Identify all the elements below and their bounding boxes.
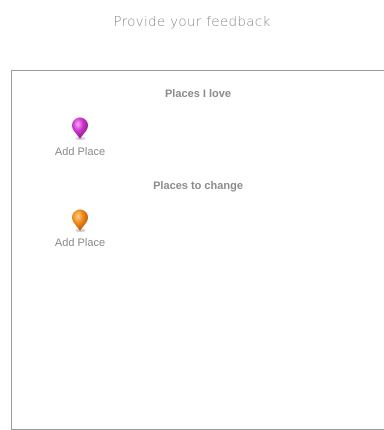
add-place-love-button[interactable]: Add Place [48,117,112,161]
map-pin-orange-icon [72,209,88,233]
feedback-panel: Places I love Add Place Places to change [11,70,384,430]
add-place-label: Add Place [54,237,106,248]
page-heading: Provide your feedback [113,14,271,30]
add-place-label: Add Place [54,146,106,158]
map-pin-magenta-icon [72,117,88,141]
places-to-change-title: Places to change [153,180,243,192]
add-place-change-button[interactable]: Add Place [48,209,112,253]
places-i-love-title: Places I love [164,88,232,100]
